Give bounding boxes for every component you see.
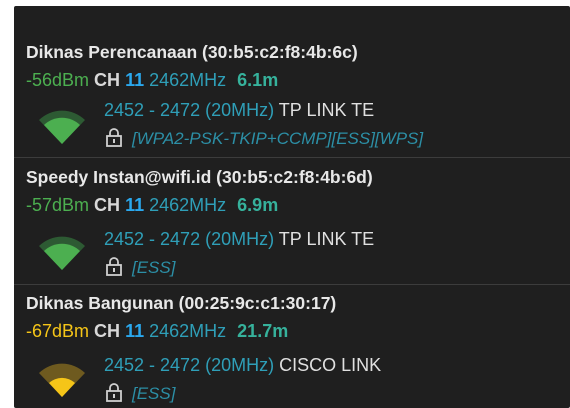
distance: 21.7m xyxy=(237,321,289,341)
network-entry[interactable]: Diknas Perencanaan (30:b5:c2:f8:4b:6c) -… xyxy=(14,6,570,158)
network-stats: -56dBm CH 11 2462MHz 6.1m xyxy=(26,70,278,91)
distance: 6.1m xyxy=(237,70,279,90)
lock-icon xyxy=(106,128,122,147)
frequency: 2462MHz xyxy=(149,70,227,90)
security-capabilities: [WPA2-PSK-TKIP+CCMP][ESS][WPS] xyxy=(132,129,424,148)
wifi-signal-icon xyxy=(39,236,85,270)
network-stats: -57dBm CH 11 2462MHz 6.9m xyxy=(26,195,278,216)
wifi-signal-icon xyxy=(39,110,85,144)
network-stats: -67dBm CH 11 2462MHz 21.7m xyxy=(26,321,288,342)
frequency: 2462MHz xyxy=(149,321,227,341)
channel-range: 2452 - 2472 (20MHz) xyxy=(104,229,275,249)
wifi-signal-icon xyxy=(39,363,85,397)
lock-icon xyxy=(106,257,122,276)
signal-strength: -67dBm xyxy=(26,321,90,341)
security-capabilities: [ESS] xyxy=(132,258,176,277)
security-line: [WPA2-PSK-TKIP+CCMP][ESS][WPS] xyxy=(106,128,423,149)
frequency: 2462MHz xyxy=(149,195,227,215)
channel-range: 2452 - 2472 (20MHz) xyxy=(104,100,275,120)
channel-number: 11 xyxy=(125,195,145,215)
channel-range: 2452 - 2472 (20MHz) xyxy=(104,355,275,375)
network-entry[interactable]: Diknas Bangunan (00:25:9c:c1:30:17) -67d… xyxy=(14,285,570,408)
channel-label: CH xyxy=(94,70,121,90)
channel-range-line: 2452 - 2472 (20MHz) CISCO LINK xyxy=(104,355,381,376)
network-entry[interactable]: Speedy Instan@wifi.id (30:b5:c2:f8:4b:6d… xyxy=(14,158,570,285)
vendor-name: TP LINK TE xyxy=(278,100,375,120)
channel-range-line: 2452 - 2472 (20MHz) TP LINK TE xyxy=(104,229,374,250)
network-title: Speedy Instan@wifi.id (30:b5:c2:f8:4b:6d… xyxy=(26,167,373,187)
channel-number: 11 xyxy=(125,321,145,341)
vendor-name: TP LINK TE xyxy=(278,229,375,249)
signal-strength: -56dBm xyxy=(26,70,90,90)
channel-label: CH xyxy=(94,321,121,341)
lock-icon xyxy=(106,383,122,402)
channel-label: CH xyxy=(94,195,121,215)
security-line: [ESS] xyxy=(106,383,175,404)
distance: 6.9m xyxy=(237,195,279,215)
wifi-network-list: Diknas Perencanaan (30:b5:c2:f8:4b:6c) -… xyxy=(14,6,570,408)
security-capabilities: [ESS] xyxy=(132,384,176,403)
network-title: Diknas Perencanaan (30:b5:c2:f8:4b:6c) xyxy=(26,42,358,62)
signal-strength: -57dBm xyxy=(26,195,90,215)
channel-range-line: 2452 - 2472 (20MHz) TP LINK TE xyxy=(104,100,374,121)
security-line: [ESS] xyxy=(106,257,175,278)
channel-number: 11 xyxy=(125,70,145,90)
vendor-name: CISCO LINK xyxy=(279,355,382,375)
network-title: Diknas Bangunan (00:25:9c:c1:30:17) xyxy=(26,293,337,313)
